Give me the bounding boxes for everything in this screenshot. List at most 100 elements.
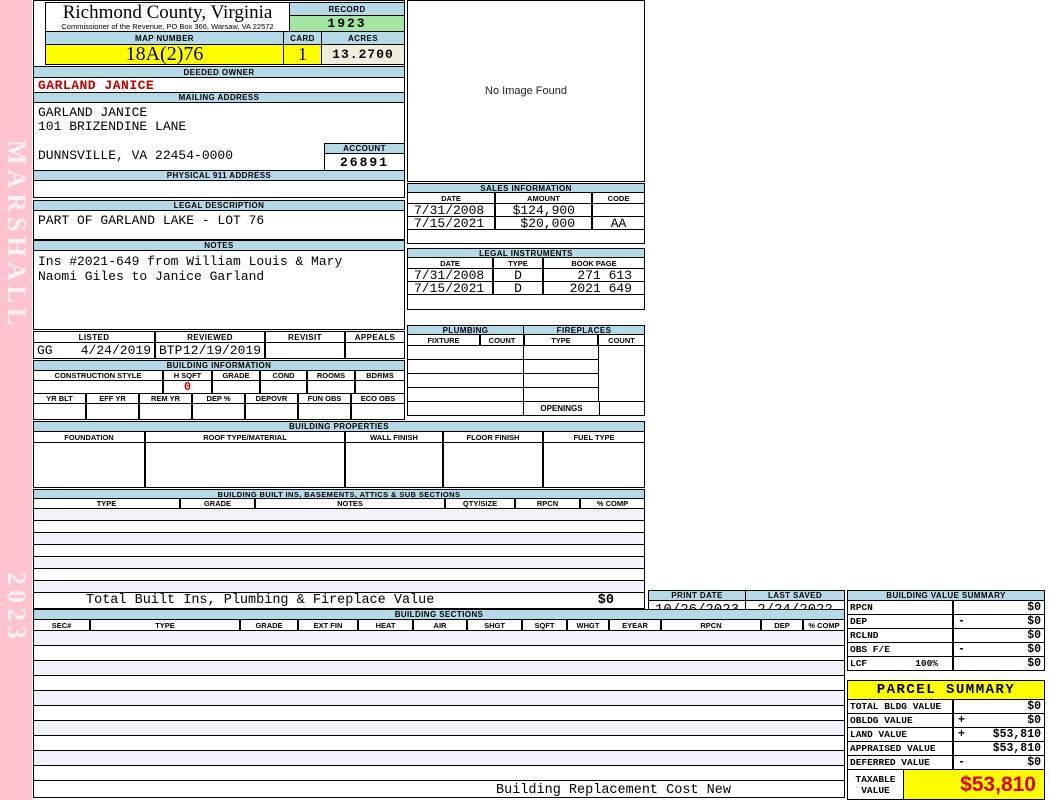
empty-cell xyxy=(245,403,298,420)
openings-value xyxy=(599,401,645,416)
plumbing-empty-row xyxy=(407,373,524,388)
bvs-value-cell: $0 xyxy=(953,628,1045,643)
parcel-value: $0 xyxy=(1027,756,1041,769)
parcel-operator: + xyxy=(958,728,965,741)
listed-value: GG 4/24/2019 xyxy=(33,342,155,359)
parcel-row: APPRAISED VALUE $53,810 xyxy=(847,741,1045,756)
deeded-owner-value: GARLAND JANICE xyxy=(33,77,405,93)
fireplace-empty-row xyxy=(523,373,599,388)
grade-value xyxy=(212,380,260,394)
floor-finish-value xyxy=(443,442,543,488)
parcel-label: OBLDG VALUE xyxy=(847,713,953,728)
parcel-value-cell: - $0 xyxy=(953,755,1045,770)
building-sections-empty-row xyxy=(33,645,845,661)
building-sections-empty-row xyxy=(33,765,845,781)
bvs-label: RPCN xyxy=(847,600,953,615)
wall-finish-value xyxy=(345,442,443,488)
card-header: CARD xyxy=(283,31,322,45)
building-sections-empty-row xyxy=(33,750,845,766)
bvs-value-cell: $0 xyxy=(953,656,1045,671)
bvs-label-extra: 100% xyxy=(915,658,938,669)
empty-cell xyxy=(298,403,351,420)
empty-cell xyxy=(351,403,405,420)
reviewed-value: BTP 12/19/2019 xyxy=(155,342,265,359)
bvs-value: $0 xyxy=(1027,629,1041,642)
building-sections-empty-row xyxy=(33,735,845,751)
record-value: 1923 xyxy=(289,15,405,32)
instrument-row: 7/15/2021 D 2021 649 xyxy=(407,281,645,296)
bvs-label: OBS F/E xyxy=(847,642,953,657)
reviewed-date: 12/19/2019 xyxy=(182,343,261,358)
bvs-label-text: RPCN xyxy=(850,602,873,613)
review-value-row: GG 4/24/2019 BTP 12/19/2019 xyxy=(33,342,405,359)
sale-date: 7/15/2021 xyxy=(407,216,495,231)
built-ins-total-label: Total Built Ins, Plumbing & Fireplace Va… xyxy=(86,593,435,608)
sale-code: AA xyxy=(592,216,645,231)
notes-line-1: Ins #2021-649 from William Louis & Mary xyxy=(38,254,343,269)
bvs-value: $0 xyxy=(1027,643,1041,656)
commissioner-line: Commissioner of the Revenue, PO Box 366,… xyxy=(61,22,274,31)
building-properties-vals xyxy=(33,442,645,488)
parcel-label: LAND VALUE xyxy=(847,727,953,742)
account-value: 26891 xyxy=(324,153,405,171)
fireplace-empty-row xyxy=(523,359,599,374)
county-title-box: Richmond County, Virginia Commissioner o… xyxy=(45,2,290,32)
mail-line-2: 101 BRIZENDINE LANE xyxy=(38,119,187,134)
built-ins-total-row: Total Built Ins, Plumbing & Fireplace Va… xyxy=(33,592,645,609)
empty-cell xyxy=(192,403,245,420)
parcel-value-cell: + $0 xyxy=(953,713,1045,728)
bvs-operator: - xyxy=(958,643,965,656)
acres-value: 13.2700 xyxy=(321,44,405,65)
appeals-value xyxy=(345,342,405,359)
parcel-value-cell: $0 xyxy=(953,699,1045,714)
empty-cell xyxy=(86,403,139,420)
building-info-vals-1: 0 xyxy=(33,380,405,394)
bvs-label-text: DEP xyxy=(850,616,868,627)
bvs-label: RCLND xyxy=(847,628,953,643)
bvs-label-text: RCLND xyxy=(850,630,879,641)
revisit-value xyxy=(265,342,345,359)
bvs-row: RPCN $0 xyxy=(847,600,1045,615)
bvs-label-text: OBS F/E xyxy=(850,644,890,655)
instrument-book-page: 2021 649 xyxy=(543,281,645,296)
sales-empty-row xyxy=(407,229,645,244)
listed-by: GG xyxy=(37,343,53,358)
map-number-value: 18A(2)76 xyxy=(45,43,284,65)
roof-value xyxy=(145,442,345,488)
vendor-vertical-label: MARSHALL xyxy=(2,140,31,331)
construction-style-value xyxy=(33,380,163,394)
mail-line-3: DUNNSVILLE, VA 22454-0000 xyxy=(38,148,234,163)
parcel-row: LAND VALUE + $53,810 xyxy=(847,727,1045,742)
hsqft-value: 0 xyxy=(163,380,212,394)
cond-value xyxy=(260,380,307,394)
building-sections-empty-row xyxy=(33,720,845,736)
reviewed-by: BTP xyxy=(159,343,183,358)
notes-box: Ins #2021-649 from William Louis & Mary … xyxy=(33,250,405,330)
plumbing-empty-row xyxy=(407,359,524,374)
empty-cell xyxy=(139,403,192,420)
taxable-value-cell: $53,810 xyxy=(903,769,1045,800)
sale-amount: $20,000 xyxy=(495,216,592,231)
plumbing-empty-row xyxy=(407,387,524,402)
empty-cell xyxy=(33,403,86,420)
parcel-row: DEFERRED VALUE - $0 xyxy=(847,755,1045,770)
bvs-operator: - xyxy=(958,615,965,628)
built-ins-total-value: $0 xyxy=(597,593,614,608)
taxable-value-label-cell: TAXABLE VALUE xyxy=(847,769,904,800)
parcel-label: DEFERRED VALUE xyxy=(847,755,953,770)
sales-row: 7/15/2021 $20,000 AA xyxy=(407,216,645,231)
photo-placeholder: No Image Found xyxy=(407,0,645,182)
building-info-vals-2 xyxy=(33,403,405,420)
year-vertical-label: 2023 xyxy=(2,572,31,644)
rooms-value xyxy=(307,380,355,394)
acres-header: ACRES xyxy=(321,31,405,45)
parcel-value: $53,810 xyxy=(992,742,1041,755)
notes-line-2: Naomi Giles to Janice Garland xyxy=(38,269,265,284)
bvs-row: DEP - $0 xyxy=(847,614,1045,629)
instruments-empty-row xyxy=(407,294,645,310)
bdrms-value xyxy=(355,380,405,394)
bvs-row: LCF 100% $0 xyxy=(847,656,1045,671)
bvs-value-cell: $0 xyxy=(953,600,1045,615)
bvs-value: $0 xyxy=(1027,657,1041,670)
bvs-value: $0 xyxy=(1027,615,1041,628)
